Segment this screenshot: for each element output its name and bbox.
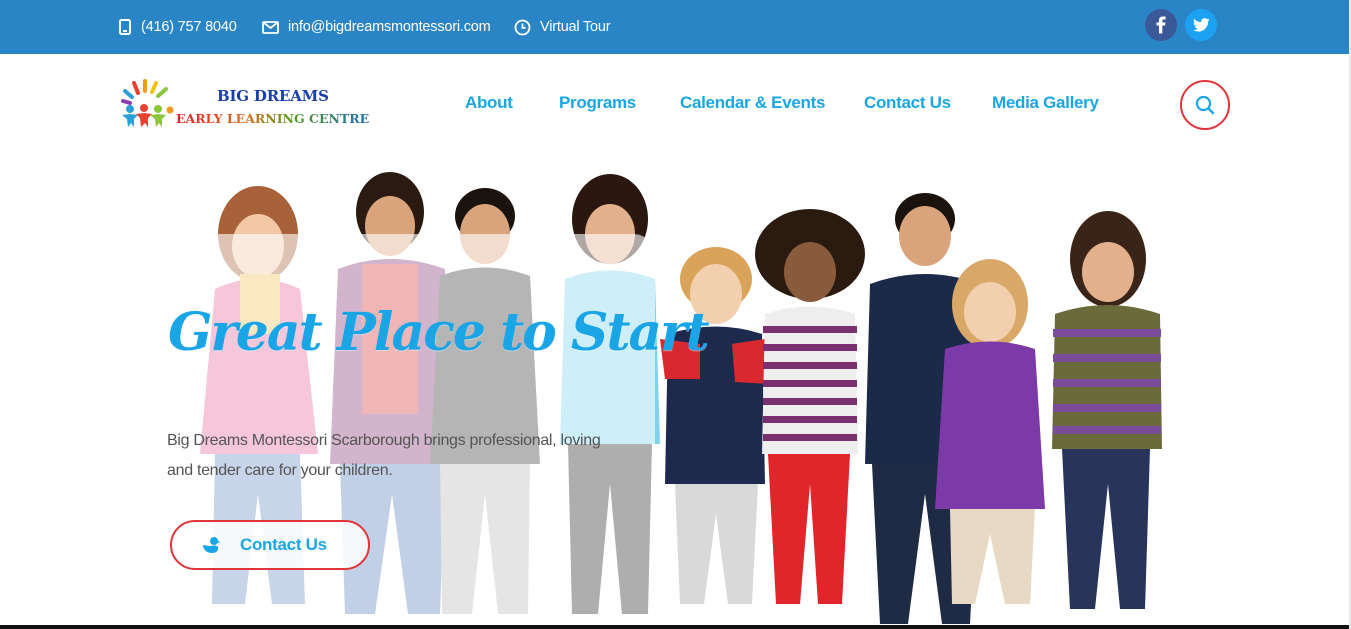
search-button[interactable]: [1180, 80, 1230, 130]
phone-icon: [118, 19, 132, 35]
duck-icon: [202, 536, 222, 554]
clock-icon: [514, 19, 531, 36]
logo-title: BIG DREAMS: [217, 87, 329, 105]
logo-kids-icon: [121, 79, 174, 127]
facebook-icon: [1156, 16, 1166, 34]
bottom-edge: [0, 625, 1351, 629]
twitter-icon: [1192, 18, 1210, 32]
contact-us-label: Contact Us: [240, 535, 327, 554]
phone-number: (416) 757 8040: [141, 19, 237, 35]
phone-link[interactable]: (416) 757 8040: [118, 0, 237, 54]
virtual-tour-link[interactable]: Virtual Tour: [514, 0, 611, 54]
nav-about[interactable]: About: [465, 93, 513, 113]
nav-programs[interactable]: Programs: [559, 93, 636, 113]
hero-description: Big Dreams Montessori Scarborough brings…: [167, 432, 601, 479]
nav-calendar-events[interactable]: Calendar & Events: [680, 93, 825, 113]
twitter-button[interactable]: [1185, 9, 1217, 41]
top-bar: (416) 757 8040 info@bigdreamsmontessori.…: [0, 0, 1349, 54]
mail-icon: [262, 20, 279, 34]
email-link[interactable]: info@bigdreamsmontessori.com: [262, 0, 491, 54]
site-header: BIG DREAMS EARLY LEARNING CENTRE About P…: [0, 54, 1349, 164]
logo-subtitle: EARLY LEARNING CENTRE: [176, 111, 370, 126]
search-icon: [1195, 95, 1215, 115]
nav-contact-us[interactable]: Contact Us: [864, 93, 951, 113]
site-logo[interactable]: BIG DREAMS EARLY LEARNING CENTRE: [120, 79, 370, 134]
hero-section: Great Place to Start Big Dreams Montesso…: [0, 164, 1349, 625]
virtual-tour-label: Virtual Tour: [540, 19, 611, 35]
child-figure: [660, 247, 770, 604]
child-figure: [755, 209, 865, 604]
child-figure: [1052, 211, 1162, 609]
hero-title: Great Place to Start: [168, 302, 710, 363]
email-address: info@bigdreamsmontessori.com: [288, 19, 491, 35]
nav-media-gallery[interactable]: Media Gallery: [992, 93, 1099, 113]
facebook-button[interactable]: [1145, 9, 1177, 41]
contact-us-button[interactable]: Contact Us: [170, 520, 370, 570]
